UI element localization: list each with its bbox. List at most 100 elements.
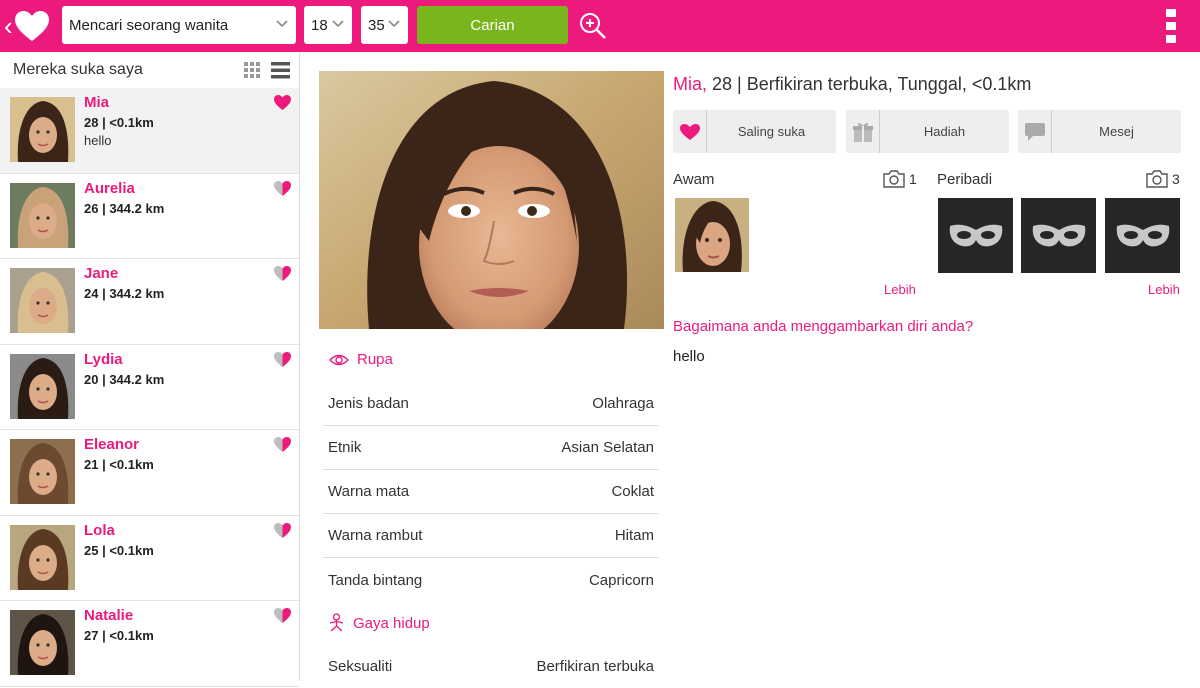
age-min-value: 18 — [311, 16, 328, 34]
profile-photo[interactable] — [319, 71, 664, 329]
heart-half-icon[interactable] — [273, 522, 292, 539]
heart-half-icon[interactable] — [273, 351, 292, 368]
heart-icon — [679, 123, 700, 140]
eye-icon — [329, 354, 349, 365]
gift-label: Hadiah — [923, 124, 966, 139]
private-photos-label: Peribadi — [937, 171, 993, 188]
attribute-value: Berfikiran terbuka — [536, 657, 654, 675]
list-item[interactable]: Natalie 27 | <0.1km — [0, 601, 299, 687]
message-label: Mesej — [1099, 124, 1134, 139]
seeking-select[interactable]: Mencari seorang wanita — [62, 6, 296, 44]
public-more-link[interactable]: Lebih — [884, 282, 916, 297]
zoom-in-icon[interactable] — [579, 12, 607, 40]
lifestyle-icon — [329, 613, 344, 632]
age-max-value: 35 — [368, 16, 385, 34]
grid-view-icon[interactable] — [244, 62, 261, 79]
like-list: Mia 28 | <0.1km hello Aurelia 26 | 344.2 km J… — [0, 88, 299, 687]
heart-half-icon[interactable] — [273, 265, 292, 282]
attribute-label: Tanda bintang — [328, 571, 423, 589]
age-min-select[interactable]: 18 — [304, 6, 352, 44]
heart-half-icon[interactable] — [273, 607, 292, 624]
search-button[interactable]: Carian — [417, 6, 568, 44]
list-item-meta: 28 | <0.1km — [84, 115, 154, 130]
chevron-down-icon — [332, 20, 344, 28]
list-item-meta: 24 | 344.2 km — [84, 286, 165, 301]
attribute-value: Hitam — [614, 527, 654, 544]
list-item-meta: 25 | <0.1km — [84, 542, 154, 558]
attribute-row: Tanda bintang Capricorn — [323, 558, 659, 602]
list-item[interactable]: Mia 28 | <0.1km hello — [0, 88, 299, 174]
overflow-menu-icon[interactable] — [1164, 9, 1178, 43]
list-item[interactable]: Jane 24 | 344.2 km — [0, 259, 299, 345]
heart-full-icon[interactable] — [273, 94, 292, 111]
avatar — [10, 439, 75, 504]
message-button[interactable]: Mesej — [1018, 110, 1181, 153]
list-item[interactable]: Lydia 20 | 344.2 km — [0, 345, 299, 430]
about-answer: hello — [673, 348, 705, 365]
private-more-link[interactable]: Lebih — [1148, 282, 1180, 297]
sidebar-header: Mereka suka saya — [0, 52, 299, 88]
age-max-select[interactable]: 35 — [361, 6, 408, 44]
avatar — [10, 610, 75, 675]
profile-name: Mia, — [673, 74, 708, 94]
list-item-meta: 27 | <0.1km — [84, 628, 154, 643]
attribute-label: Seksualiti — [328, 657, 393, 675]
list-item-meta: 26 | 344.2 km — [84, 200, 165, 216]
list-item-name: Mia — [84, 94, 110, 111]
like-back-label: Saling suka — [737, 124, 806, 139]
list-item-name: Lydia — [84, 350, 123, 368]
heart-logo-icon — [14, 11, 49, 41]
list-item-name: Lola — [84, 521, 115, 539]
private-photo-locked[interactable] — [1105, 198, 1180, 273]
list-item-name: Jane — [84, 265, 119, 282]
private-photo-locked[interactable] — [1021, 198, 1096, 273]
attribute-row: Warna mata Coklat — [323, 470, 659, 514]
list-item[interactable]: Lola 25 | <0.1km — [0, 516, 299, 601]
avatar — [10, 97, 75, 162]
gift-button[interactable]: Hadiah — [846, 110, 1009, 153]
attribute-row: Etnik Asian Selatan — [323, 426, 659, 470]
back-button[interactable]: ‹ — [4, 8, 54, 44]
attribute-label: Warna rambut — [328, 527, 423, 544]
masquerade-mask-icon — [1116, 224, 1169, 246]
likes-sidebar: Mereka suka saya Mia 28 | <0.1km hello Aure… — [0, 52, 300, 687]
back-arrow-icon: ‹ — [4, 11, 13, 41]
list-item-name: Eleanor — [84, 436, 140, 453]
list-item-meta: 21 | <0.1km — [84, 457, 154, 472]
lifestyle-section-header: Gaya hidup — [328, 613, 430, 633]
chevron-down-icon — [388, 20, 400, 28]
list-item[interactable]: Aurelia 26 | 344.2 km — [0, 174, 299, 259]
attribute-label: Etnik — [328, 439, 362, 456]
top-bar: ‹ Mencari seorang wanita 18 35 Carian — [0, 0, 1200, 52]
chevron-down-icon — [276, 20, 288, 28]
attribute-row: Seksualiti Berfikiran terbuka — [323, 644, 659, 688]
attribute-value: Capricorn — [588, 571, 654, 589]
attribute-value: Olahraga — [592, 395, 654, 412]
heart-half-icon[interactable] — [273, 436, 292, 453]
attribute-label: Warna mata — [328, 483, 410, 500]
attribute-label: Jenis badan — [328, 395, 409, 412]
list-view-icon[interactable] — [271, 62, 290, 79]
public-photo-count: 1 — [882, 170, 917, 188]
list-item-meta: 20 | 344.2 km — [84, 371, 165, 387]
masquerade-mask-icon — [949, 224, 1002, 246]
private-photo-count: 3 — [1145, 170, 1180, 188]
attribute-value: Coklat — [611, 483, 654, 500]
masquerade-mask-icon — [1032, 224, 1085, 246]
list-item-name: Natalie — [84, 607, 134, 624]
private-photo-locked[interactable] — [938, 198, 1013, 273]
public-photo-thumbnail[interactable] — [675, 198, 749, 272]
appearance-title: Rupa — [357, 351, 393, 368]
avatar — [10, 353, 75, 419]
profile-summary: 28 | Berfikiran terbuka, Tunggal, <0.1km — [707, 74, 1032, 94]
list-item[interactable]: Eleanor 21 | <0.1km — [0, 430, 299, 516]
appearance-section-header: Rupa — [329, 351, 393, 368]
sidebar-title: Mereka suka saya — [13, 61, 143, 78]
profile-title: Mia, 28 | Berfikiran terbuka, Tunggal, <… — [673, 74, 1031, 95]
like-back-button[interactable]: Saling suka — [673, 110, 836, 153]
avatar — [10, 524, 75, 590]
avatar — [10, 182, 75, 248]
avatar — [10, 268, 75, 333]
camera-icon — [883, 170, 905, 188]
heart-half-icon[interactable] — [273, 180, 292, 197]
